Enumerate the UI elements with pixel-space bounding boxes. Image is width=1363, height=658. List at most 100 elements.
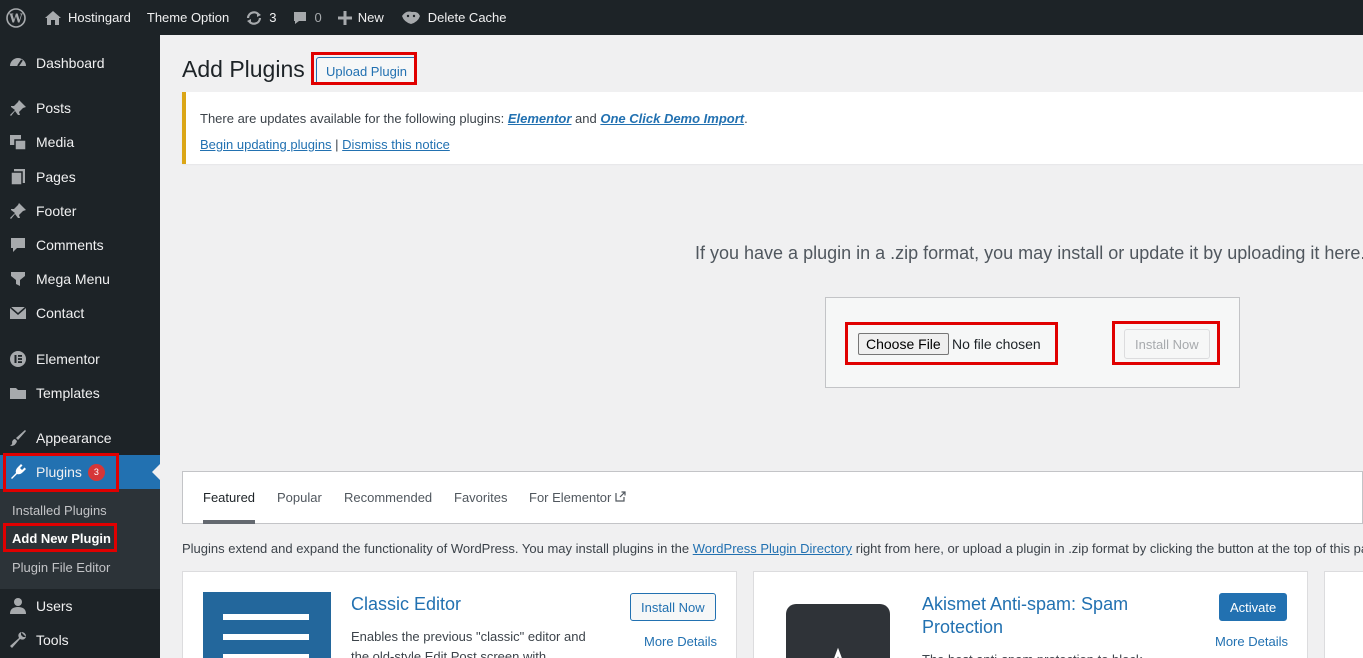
highlight-box-upload-plugin (311, 52, 417, 85)
new-label: New (357, 10, 384, 25)
sidebar-item-label: Tools (36, 632, 69, 648)
tab-featured[interactable]: Featured (203, 490, 255, 505)
sidebar-item-label: Pages (36, 169, 76, 185)
tab-popular[interactable]: Popular (277, 490, 322, 505)
begin-updating-link[interactable]: Begin updating plugins (200, 137, 332, 152)
highlight-box-plugins (3, 453, 119, 492)
sidebar-item-label: Contact (36, 305, 85, 321)
notice-plugin-link-elementor[interactable]: Elementor (508, 111, 572, 126)
main-content: Add Plugins Upload Plugin There are upda… (160, 35, 1363, 658)
plugin-name: One Click Demo Import (600, 111, 745, 126)
sidebar-item-posts[interactable]: Posts (0, 91, 160, 125)
sidebar-item-label: Templates (36, 385, 100, 401)
filter-icon (0, 270, 36, 288)
sidebar-item-label: Users (36, 598, 73, 614)
notice-text: . (744, 111, 748, 126)
desc-text: right from here, or upload a plugin in .… (852, 541, 1363, 556)
plugin-directory-link[interactable]: WordPress Plugin Directory (693, 541, 852, 556)
sidebar-item-label: Footer (36, 203, 77, 219)
plugin-card-classic-editor: Classic Editor Enables the previous "cla… (182, 571, 737, 658)
separator: | (331, 137, 343, 152)
plugin-card-partial (1324, 571, 1363, 658)
pin-icon (0, 202, 36, 220)
new-content-link[interactable]: New (330, 0, 392, 35)
submenu-installed-plugins[interactable]: Installed Plugins (12, 503, 107, 518)
media-icon (0, 133, 36, 151)
sidebar-item-tools[interactable]: Tools (0, 623, 160, 657)
comments-link[interactable]: 0 (284, 0, 329, 35)
more-details-link[interactable]: More Details (644, 634, 717, 649)
tab-favorites[interactable]: Favorites (454, 490, 507, 505)
comments-count: 0 (314, 10, 322, 25)
svg-text:W: W (8, 11, 23, 25)
sidebar-item-label: Media (36, 134, 75, 150)
desc-text: Plugins extend and expand the functional… (182, 541, 693, 556)
tab-label: For Elementor (529, 490, 612, 505)
plugin-name: Elementor (507, 111, 572, 126)
highlight-box-file-input (845, 322, 1058, 365)
akismet-logo-icon[interactable] (786, 604, 890, 658)
activate-button[interactable]: Activate (1219, 593, 1288, 621)
updates-link[interactable]: 3 (237, 0, 284, 35)
cache-cheetah-icon (400, 10, 422, 26)
plugin-title[interactable]: Akismet Anti-spam: Spam Protection (922, 593, 1172, 639)
admin-bar: W Hostingard Theme Option 3 0 New Delete… (0, 0, 1363, 35)
sidebar-item-comments[interactable]: Comments (0, 228, 160, 262)
upload-help-text: If you have a plugin in a .zip format, y… (695, 243, 1363, 263)
notice-text: There are updates available for the foll… (200, 111, 508, 126)
delete-cache-label: Delete Cache (427, 10, 507, 25)
highlight-box-install-now (1112, 321, 1220, 365)
site-name: Hostingard (68, 10, 131, 25)
dismiss-notice-link[interactable]: Dismiss this notice (342, 137, 450, 152)
wrench-icon (0, 631, 36, 649)
sidebar-item-pages[interactable]: Pages (0, 160, 160, 194)
updates-count: 3 (269, 10, 277, 25)
plugin-card-akismet: Akismet Anti-spam: Spam Protection The b… (753, 571, 1308, 658)
plugin-description: The best anti-spam protection to block (922, 650, 1162, 658)
update-icon (245, 10, 263, 26)
plugin-title[interactable]: Classic Editor (351, 593, 461, 616)
sidebar-item-label: Mega Menu (36, 271, 110, 287)
notice-actions: Begin updating plugins | Dismiss this no… (200, 137, 450, 152)
delete-cache-link[interactable]: Delete Cache (392, 0, 515, 35)
classic-editor-icon[interactable] (203, 592, 331, 658)
active-menu-arrow (152, 464, 160, 480)
plugin-description: Enables the previous "classic" editor an… (351, 629, 586, 658)
sidebar-item-templates[interactable]: Templates (0, 376, 160, 410)
tab-for-elementor[interactable]: For Elementor (529, 490, 626, 505)
sidebar-item-users[interactable]: Users (0, 589, 160, 623)
pages-icon (0, 168, 36, 186)
wordpress-logo-icon[interactable]: W (0, 0, 36, 35)
sidebar-item-dashboard[interactable]: Dashboard (0, 46, 160, 80)
page-title: Add Plugins (182, 56, 305, 82)
plugins-description: Plugins extend and expand the functional… (182, 541, 1363, 556)
comment-icon (292, 10, 308, 26)
more-details-link[interactable]: More Details (1215, 634, 1288, 649)
sidebar-item-media[interactable]: Media (0, 125, 160, 159)
sidebar-item-label: Dashboard (36, 55, 105, 71)
sidebar-item-elementor[interactable]: Elementor (0, 342, 160, 376)
user-icon (0, 597, 36, 615)
plus-icon (337, 10, 352, 25)
folder-icon (0, 384, 36, 402)
admin-sidebar: Dashboard Posts Media Pages Footer Comme… (0, 35, 160, 658)
external-link-icon (615, 490, 626, 505)
sidebar-item-contact[interactable]: Contact (0, 296, 160, 330)
submenu-plugin-file-editor[interactable]: Plugin File Editor (12, 560, 110, 575)
paintbrush-icon (0, 429, 36, 447)
elementor-icon (0, 350, 36, 368)
active-tab-indicator (203, 520, 255, 524)
plugin-filter-tabs: Featured Popular Recommended Favorites F… (182, 471, 1363, 524)
notice-message: There are updates available for the foll… (200, 111, 748, 126)
sidebar-item-label: Elementor (36, 351, 100, 367)
sidebar-item-footer[interactable]: Footer (0, 194, 160, 228)
site-name-link[interactable]: Hostingard (36, 0, 139, 35)
highlight-box-add-new-plugin (3, 523, 117, 552)
sidebar-item-label: Appearance (36, 430, 112, 446)
sidebar-item-appearance[interactable]: Appearance (0, 421, 160, 455)
theme-option-link[interactable]: Theme Option (139, 0, 237, 35)
install-now-button[interactable]: Install Now (630, 593, 716, 621)
sidebar-item-mega-menu[interactable]: Mega Menu (0, 262, 160, 296)
tab-recommended[interactable]: Recommended (344, 490, 432, 505)
notice-plugin-link-ocdi[interactable]: One Click Demo Import (600, 111, 744, 126)
